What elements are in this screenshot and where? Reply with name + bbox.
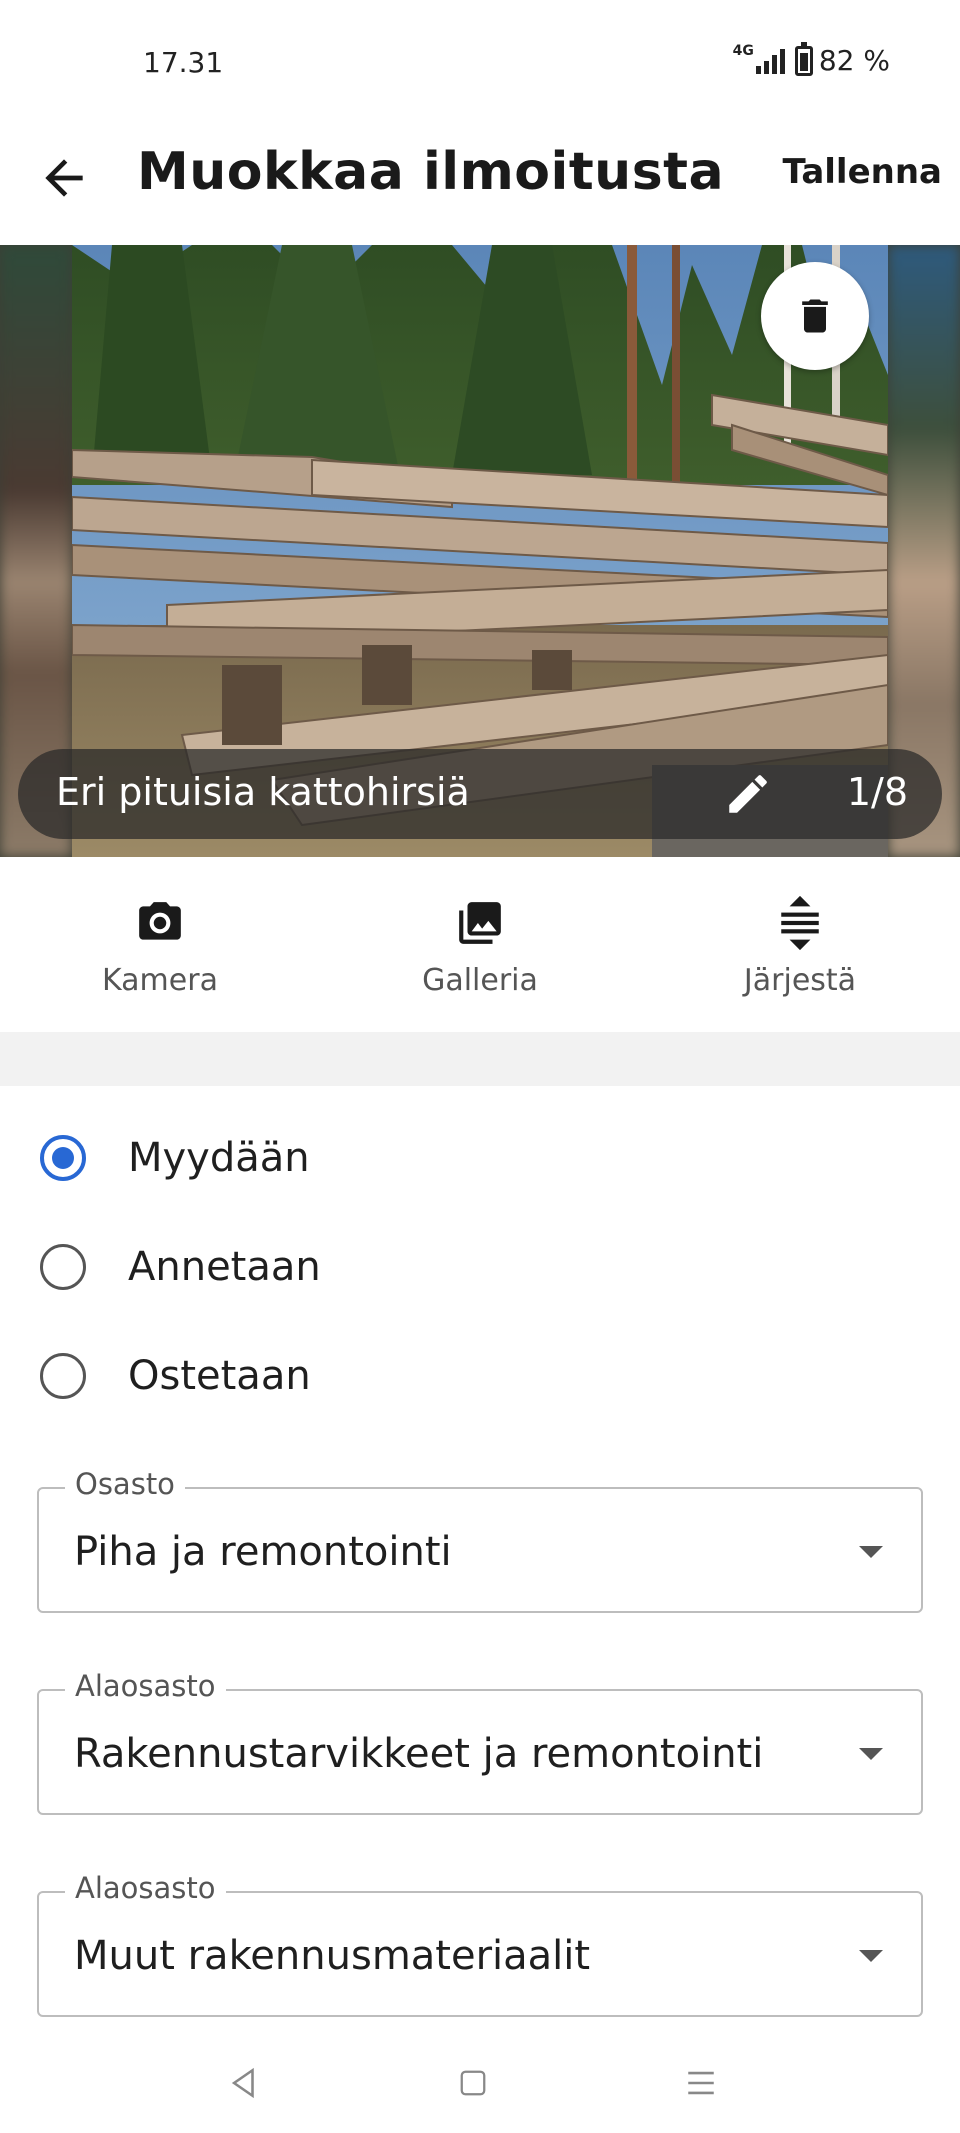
app-bar: Muokkaa ilmoitusta Tallenna xyxy=(0,120,960,245)
photo-counter: 1/8 xyxy=(846,770,908,814)
nav-menu-button[interactable] xyxy=(671,2058,731,2108)
camera-label: Kamera xyxy=(102,963,218,998)
trash-icon xyxy=(802,299,828,333)
triangle-back-icon xyxy=(231,2067,254,2099)
pencil-icon xyxy=(729,775,767,813)
dropdown-arrow-icon xyxy=(859,1950,883,1962)
system-nav-bar xyxy=(0,2040,960,2133)
status-bar: 17.31 4G 82 % xyxy=(0,0,960,120)
status-time: 17.31 xyxy=(143,46,224,79)
field-value: Rakennustarvikkeet ja remontointi xyxy=(74,1731,764,1777)
department-select[interactable]: Osasto Piha ja remontointi xyxy=(37,1467,923,1613)
radio-option-myydaan[interactable]: Myydään xyxy=(40,1118,920,1198)
save-button[interactable]: Tallenna xyxy=(783,152,942,192)
field-label: Osasto xyxy=(65,1467,185,1501)
field-label: Alaosasto xyxy=(65,1871,226,1905)
delete-photo-button[interactable] xyxy=(761,262,869,370)
photo-library-icon xyxy=(459,902,501,944)
photo-caption: Eri pituisia kattohirsiä xyxy=(56,770,470,814)
radio-label: Myydään xyxy=(128,1135,310,1181)
battery-level: 82 % xyxy=(818,44,890,77)
photo-carousel[interactable]: Eri pituisia kattohirsiä 1/8 xyxy=(0,245,960,857)
photo-caption-bar: Eri pituisia kattohirsiä 1/8 xyxy=(18,749,942,839)
reorder-icon xyxy=(781,895,819,951)
network-type: 4G xyxy=(732,42,754,59)
media-toolbar: Kamera Galleria Järjestä xyxy=(0,857,960,1032)
signal-icon xyxy=(755,48,785,74)
arrange-button[interactable]: Järjestä xyxy=(700,895,900,998)
field-label: Alaosasto xyxy=(65,1669,226,1703)
field-value: Piha ja remontointi xyxy=(74,1529,452,1575)
arrow-back-icon xyxy=(45,159,83,197)
edit-caption-button[interactable] xyxy=(723,769,773,819)
radio-button[interactable] xyxy=(40,1353,86,1399)
square-home-icon xyxy=(460,2070,486,2096)
menu-icon xyxy=(688,2071,714,2095)
radio-option-annetaan[interactable]: Annetaan xyxy=(40,1227,920,1307)
gallery-label: Galleria xyxy=(422,963,538,998)
page-title: Muokkaa ilmoitusta xyxy=(137,142,725,202)
radio-option-ostetaan[interactable]: Ostetaan xyxy=(40,1336,920,1416)
arrange-label: Järjestä xyxy=(743,963,857,998)
status-indicators: 4G 82 % xyxy=(732,41,890,77)
back-button[interactable] xyxy=(36,150,92,206)
radio-button[interactable] xyxy=(40,1244,86,1290)
dropdown-arrow-icon xyxy=(859,1546,883,1558)
section-divider xyxy=(0,1032,960,1086)
battery-icon xyxy=(794,41,813,76)
subcategory-select[interactable]: Alaosasto Muut rakennusmateriaalit xyxy=(37,1871,923,2017)
camera-button[interactable]: Kamera xyxy=(60,897,260,998)
radio-label: Annetaan xyxy=(128,1244,321,1290)
gallery-button[interactable]: Galleria xyxy=(380,897,580,998)
camera-icon xyxy=(139,902,181,940)
field-value: Muut rakennusmateriaalit xyxy=(74,1933,591,1979)
nav-home-button[interactable] xyxy=(443,2058,503,2108)
subdepartment-select[interactable]: Alaosasto Rakennustarvikkeet ja remontoi… xyxy=(37,1669,923,1815)
nav-back-button[interactable] xyxy=(214,2058,274,2108)
radio-button[interactable] xyxy=(40,1135,86,1181)
radio-label: Ostetaan xyxy=(128,1353,311,1399)
dropdown-arrow-icon xyxy=(859,1748,883,1760)
